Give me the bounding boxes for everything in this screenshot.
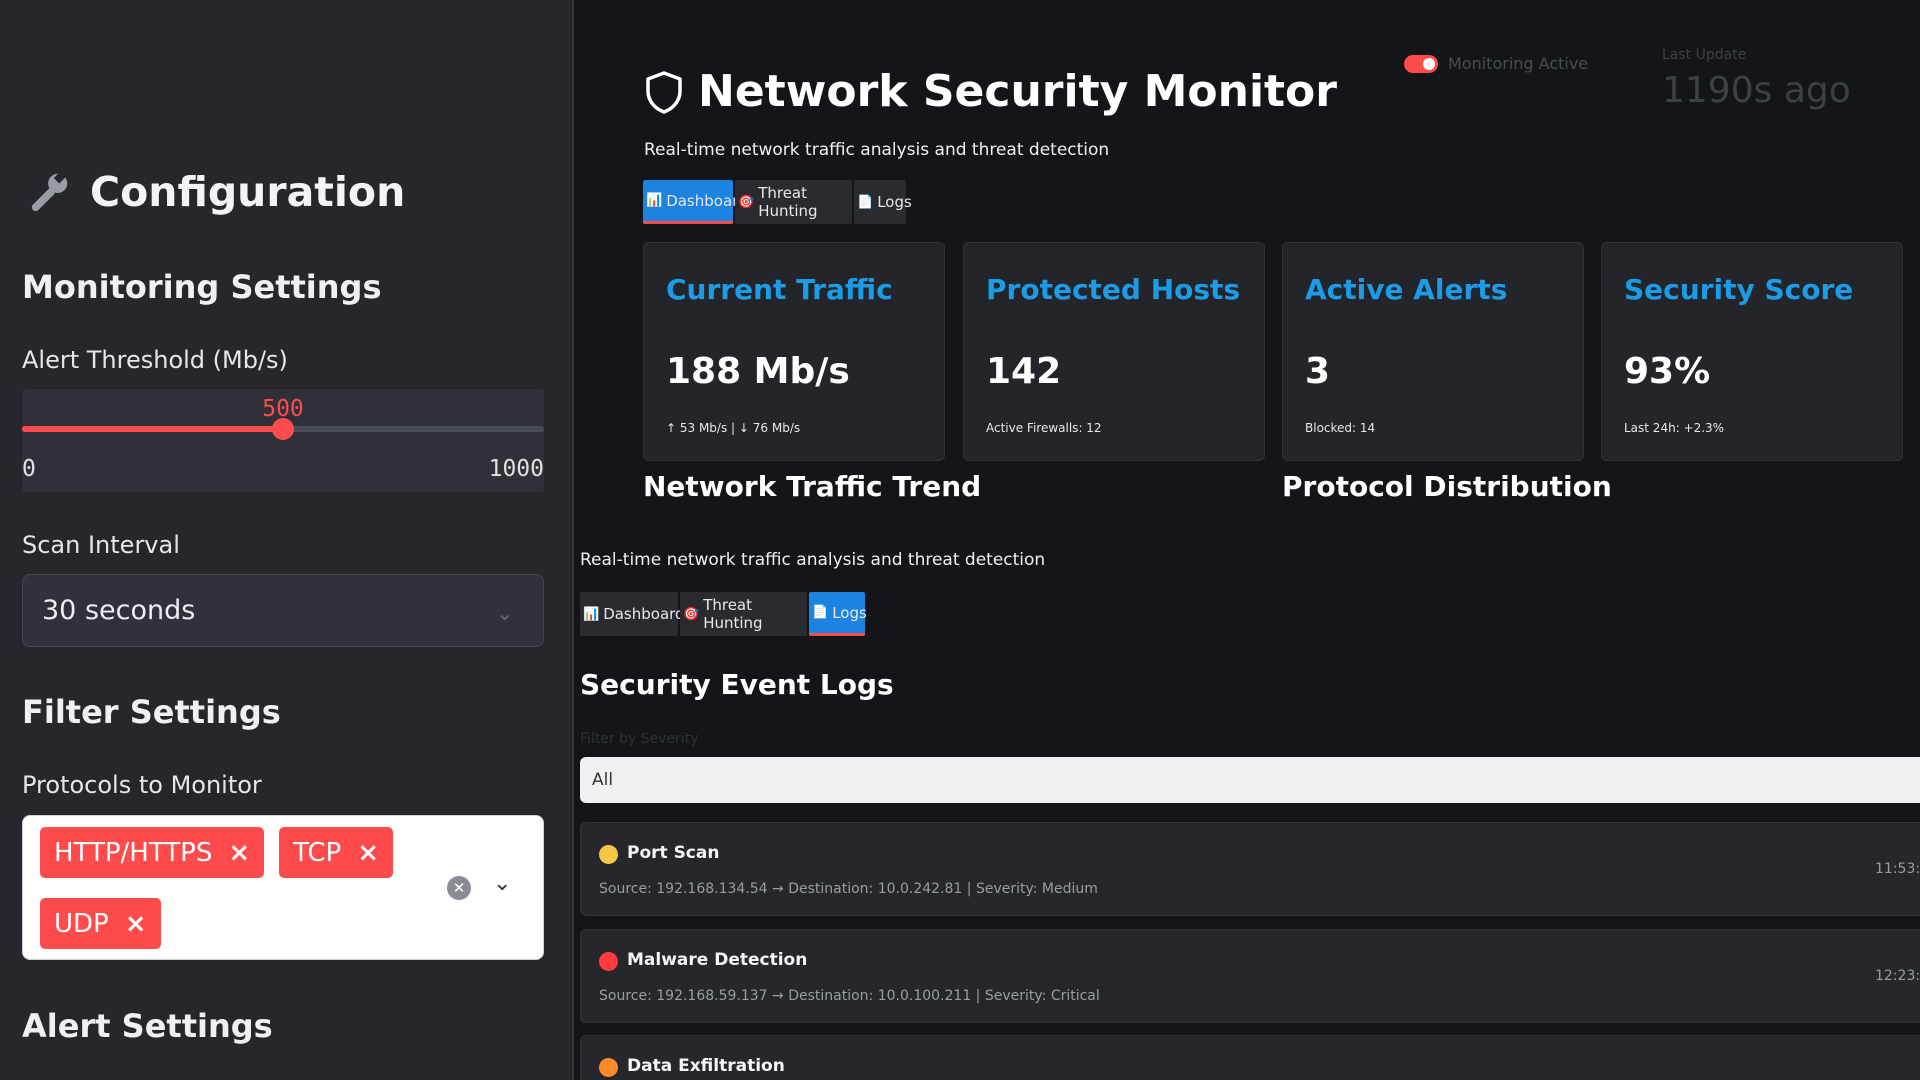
tab-dashboard[interactable]: 📊 Dashboard: [643, 180, 748, 224]
alert-settings-heading: Alert Settings: [22, 1007, 273, 1045]
alert-threshold-label: Alert Threshold (Mb/s): [22, 346, 288, 374]
log-entry[interactable]: Data Exfiltration: [580, 1035, 1920, 1080]
metric-subtext: Active Firewalls: 12: [986, 421, 1102, 435]
severity-filter-select[interactable]: All: [580, 757, 1920, 803]
slider-min-label: 0: [22, 456, 36, 482]
tab-threat-hunting[interactable]: 🎯 Threat Hunting: [735, 180, 852, 224]
remove-tag-icon[interactable]: ×: [125, 909, 147, 939]
protocol-tag-label: UDP: [54, 908, 109, 939]
monitoring-toggle-label: Monitoring Active: [1448, 54, 1589, 73]
metric-card-security-score: Security Score 93% Last 24h: +2.3%: [1601, 242, 1903, 461]
remove-tag-icon[interactable]: ×: [228, 838, 250, 868]
protocol-distribution-heading: Protocol Distribution: [1282, 470, 1612, 503]
top-tab-bar: 📊 Dashboard 🎯 Threat Hunting 📄 Logs: [643, 180, 912, 224]
protocols-label: Protocols to Monitor: [22, 771, 262, 799]
bar-chart-icon: 📊: [583, 606, 600, 622]
log-time: 12:23:4: [1875, 968, 1920, 984]
target-icon: 🎯: [738, 194, 755, 210]
tab-logs[interactable]: 📄 Logs: [854, 180, 912, 224]
protocol-tag[interactable]: HTTP/HTTPS ×: [40, 827, 265, 878]
sidebar-title: Configuration: [90, 168, 406, 216]
scan-interval-select[interactable]: 30 seconds ⌄: [22, 574, 544, 647]
chevron-down-icon[interactable]: ⌄: [493, 871, 511, 896]
metric-subtext: ↑ 53 Mb/s | ↓ 76 Mb/s: [666, 421, 801, 435]
tab-threat-hunting[interactable]: 🎯 Threat Hunting: [680, 592, 807, 636]
wrench-icon: [31, 169, 68, 212]
page-subtitle: Real-time network traffic analysis and t…: [644, 140, 1110, 160]
monitoring-toggle[interactable]: [1404, 55, 1438, 73]
metric-value: 188 Mb/s: [666, 351, 850, 392]
severity-filter-value: All: [592, 770, 614, 790]
filter-settings-heading: Filter Settings: [22, 693, 281, 731]
last-update-value: 1190s ago: [1662, 70, 1851, 111]
second-subtitle: Real-time network traffic analysis and t…: [580, 550, 1046, 570]
metric-card-current-traffic: Current Traffic 188 Mb/s ↑ 53 Mb/s | ↓ 7…: [643, 242, 945, 461]
clear-all-icon[interactable]: ✕: [447, 876, 471, 900]
slider-thumb[interactable]: [272, 418, 294, 440]
document-icon: 📄: [857, 194, 874, 210]
tab-dashboard[interactable]: 📊 Dashboard: [580, 592, 685, 636]
log-detail: Source: 192.168.134.54 → Destination: 10…: [599, 881, 1098, 897]
target-icon: 🎯: [683, 606, 700, 622]
chevron-down-icon: ⌄: [496, 601, 513, 625]
severity-dot-icon: [599, 952, 618, 971]
metric-card-active-alerts: Active Alerts 3 Blocked: 14: [1282, 242, 1584, 461]
metric-subtext: Blocked: 14: [1305, 421, 1376, 435]
second-tab-bar: 📊 Dashboard 🎯 Threat Hunting 📄 Logs: [580, 592, 867, 636]
severity-filter-label: Filter by Severity: [580, 731, 699, 747]
sidebar: Configuration Monitoring Settings Alert …: [0, 0, 574, 1080]
tab-label: Logs: [877, 193, 912, 211]
metric-subtext: Last 24h: +2.3%: [1624, 421, 1725, 435]
log-detail: Source: 192.168.59.137 → Destination: 10…: [599, 988, 1100, 1004]
metric-card-protected-hosts: Protected Hosts 142 Active Firewalls: 12: [963, 242, 1265, 461]
metric-title: Security Score: [1624, 273, 1854, 306]
remove-tag-icon[interactable]: ×: [357, 838, 379, 868]
tab-label: Logs: [832, 603, 867, 622]
tab-label: Dashboard: [603, 605, 685, 623]
log-title: Malware Detection: [627, 950, 808, 970]
log-entry[interactable]: Malware Detection Source: 192.168.59.137…: [580, 929, 1920, 1023]
log-title: Data Exfiltration: [627, 1056, 785, 1076]
metric-value: 3: [1305, 351, 1331, 392]
document-icon: 📄: [812, 605, 829, 620]
sidebar-title-row: Configuration: [28, 168, 405, 216]
alert-threshold-slider[interactable]: 500 0 1000: [22, 389, 544, 492]
shield-icon: [646, 70, 682, 114]
protocol-tag-label: HTTP/HTTPS: [54, 837, 213, 868]
severity-dot-icon: [599, 845, 618, 864]
protocol-tag[interactable]: UDP ×: [40, 898, 161, 949]
tab-label: Threat Hunting: [703, 596, 763, 632]
bar-chart-icon: 📊: [646, 193, 663, 208]
tab-logs[interactable]: 📄 Logs: [809, 592, 867, 636]
page-title-row: Network Security Monitor: [644, 66, 1337, 117]
page-title: Network Security Monitor: [698, 66, 1337, 117]
slider-max-label: 1000: [488, 456, 544, 482]
scan-interval-label: Scan Interval: [22, 531, 180, 559]
scan-interval-value: 30 seconds: [42, 595, 196, 626]
slider-fill: [22, 426, 283, 432]
security-logs-heading: Security Event Logs: [580, 668, 894, 701]
log-entry[interactable]: Port Scan Source: 192.168.134.54 → Desti…: [580, 822, 1920, 916]
metric-title: Protected Hosts: [986, 273, 1241, 306]
log-title: Port Scan: [627, 843, 720, 863]
tab-label: Threat Hunting: [758, 184, 818, 220]
metric-value: 142: [986, 351, 1062, 392]
protocol-tag-label: TCP: [293, 837, 342, 868]
severity-dot-icon: [599, 1058, 618, 1077]
metric-title: Current Traffic: [666, 273, 893, 306]
protocols-multiselect[interactable]: HTTP/HTTPS × TCP × UDP × ✕ ⌄: [22, 815, 544, 960]
protocol-tag[interactable]: TCP ×: [279, 827, 393, 878]
metric-title: Active Alerts: [1305, 273, 1508, 306]
traffic-trend-heading: Network Traffic Trend: [643, 470, 982, 503]
log-time: 11:53:4: [1875, 861, 1920, 877]
monitoring-settings-heading: Monitoring Settings: [22, 268, 382, 306]
last-update-label: Last Update: [1662, 47, 1747, 63]
metric-value: 93%: [1624, 351, 1711, 392]
main-content: Network Security Monitor Monitoring Acti…: [576, 0, 1920, 1080]
